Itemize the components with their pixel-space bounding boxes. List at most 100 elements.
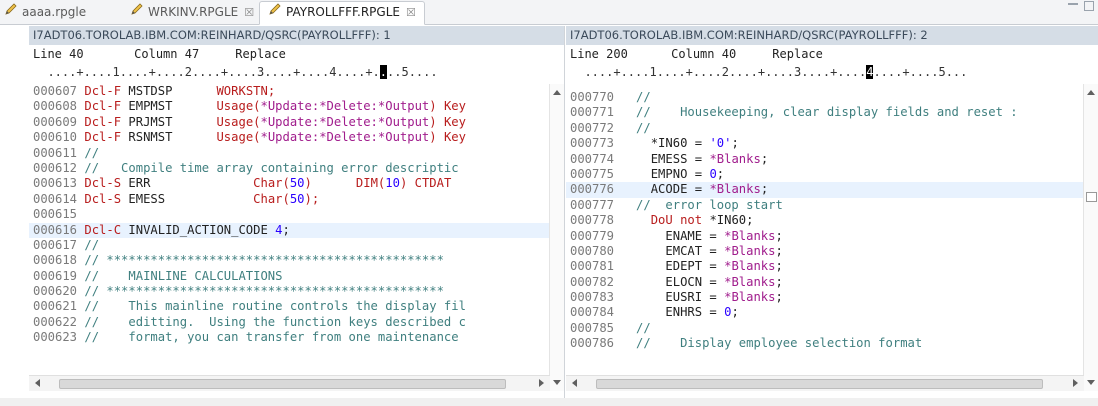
code-line[interactable]: 000781 EDEPT = *Blanks; [566,259,1084,274]
code-area[interactable]: 000607 Dcl-F MSTDSP WORKSTN; 000608 Dcl-F… [29,84,550,391]
code-token: ENAME = [621,228,725,243]
close-icon[interactable]: ☒ [244,6,254,19]
chevron-right-icon[interactable] [539,379,544,387]
code-token: ENHRS = [621,305,725,320]
chevron-up-icon[interactable] [1087,90,1095,95]
code-token: // *************************************… [84,284,444,299]
code-token: Char( [253,191,290,206]
code-line[interactable]: 000610 Dcl-F RSNMST Usage(*Update:*Delet… [29,130,550,145]
sequence-number: 000607 [33,84,85,98]
status-line: Line 40 Column 47 Replace [33,47,286,61]
code-token: // Display employee selection format [621,336,923,351]
minimize-icon[interactable] [1068,3,1078,5]
code-token: // editting. Using the function keys des… [84,314,466,329]
code-line[interactable]: 000777 // error loop start [566,198,1084,213]
code-line[interactable]: 000784 ENHRS = 0; [566,305,1084,320]
code-token: INVALID_ACTION_CODE [128,222,276,237]
code-line[interactable]: 000776 ACODE = *Blanks; [566,182,1084,198]
chevron-right-icon[interactable] [1073,379,1078,387]
code-line[interactable]: 000770 // [566,90,1084,105]
editor-tab-bar: aaaa.rpgle WRKINV.RPGLE ☒ PAYROLLFFF.RPGL… [0,0,1098,25]
tab-aaaa-rpgle[interactable]: aaaa.rpgle [4,2,86,23]
code-line[interactable]: 000773 *IN60 = '0'; [566,136,1084,151]
pencil-icon [130,2,144,23]
code-line[interactable]: 000783 EUSRI = *Blanks; [566,290,1084,305]
code-line[interactable]: 000608 Dcl-F EMPMST Usage(*Update:*Delet… [29,99,550,114]
ruler-text: ....+....1....+....2....+....3....+.... [570,65,867,79]
vertical-scrollbar[interactable] [549,84,564,391]
scroll-thumb[interactable] [596,379,1043,389]
code-token: // MAINLINE CALCULATIONS [84,268,283,283]
code-token: ; [775,243,783,258]
code-line[interactable]: 000611 // [29,146,550,161]
sequence-number: 000773 [570,136,622,151]
tab-wrkinv-rpgle[interactable]: WRKINV.RPGLE ☒ [130,2,254,23]
chevron-up-icon[interactable] [553,90,561,95]
code-line[interactable]: 000774 EMESS = *Blanks; [566,152,1084,167]
horizontal-scrollbar[interactable] [29,375,550,391]
code-token: // [621,120,651,135]
code-token: ) Key [429,99,466,114]
code-token: ; [731,136,739,151]
code-token: // [84,145,100,160]
code-token: *Blanks [709,182,761,197]
chevron-left-icon[interactable] [35,379,40,387]
editor-footer [0,398,1098,406]
code-line[interactable]: 000771 // Housekeeping, clear display fi… [566,105,1084,120]
chevron-left-icon[interactable] [572,379,577,387]
sequence-number: 000780 [570,243,622,258]
sequence-number: 000770 [570,90,622,104]
code-line[interactable]: 000613 Dcl-S ERR Char(50) DIM(10) CTDAT [29,176,550,191]
code-line[interactable]: 000775 EMPNO = 0; [566,167,1084,182]
code-line[interactable]: 000616 Dcl-C INVALID_ACTION_CODE 4; [29,222,550,238]
maximize-icon[interactable] [1084,1,1094,11]
code-line[interactable]: 000618 // ******************************… [29,253,550,268]
code-token: *Blanks [709,151,761,166]
scroll-thumb[interactable] [59,379,506,389]
code-line[interactable]: 000779 ENAME = *Blanks; [566,229,1084,244]
code-line[interactable]: 000615 [29,207,550,222]
code-line[interactable]: 000780 EMCAT = *Blanks; [566,244,1084,259]
code-line[interactable]: 000772 // [566,121,1084,136]
code-line[interactable]: 000786 // Display employee selection for… [566,336,1084,351]
code-token: *Blanks [724,243,776,258]
sequence-number: 000611 [33,145,85,160]
code-token: EMPNO = [621,166,710,181]
code-token: EUSRI = [621,290,725,305]
code-token: Dcl-F [84,114,129,129]
code-line[interactable]: 000785 // [566,321,1084,336]
code-token: *Blanks [724,290,776,305]
sequence-number: 000784 [570,305,622,320]
code-area[interactable]: 000770 //000771 // Housekeeping, clear d… [566,90,1084,391]
close-icon[interactable]: ☒ [406,6,416,19]
sequence-number: 000620 [33,284,85,299]
code-line[interactable]: 000614 Dcl-S EMESS Char(50); [29,192,550,207]
code-line[interactable]: 000621 // This mainline routine controls… [29,299,550,314]
chevron-down-icon[interactable] [553,380,561,385]
code-line[interactable]: 000620 // ******************************… [29,284,550,299]
sequence-number: 000619 [33,268,85,283]
code-line[interactable]: 000612 // Compile time array containing … [29,161,550,176]
code-token: 50 [289,176,305,191]
code-line[interactable]: 000782 ELOCN = *Blanks; [566,275,1084,290]
code-token: Dcl-F [84,130,129,145]
chevron-down-icon[interactable] [1087,380,1095,385]
code-line[interactable]: 000607 Dcl-F MSTDSP WORKSTN; [29,84,550,99]
code-token: EMCAT = [621,243,725,258]
vertical-scrollbar[interactable] [1083,84,1098,391]
code-line[interactable]: 000609 Dcl-F PRJMST Usage(*Update:*Delet… [29,115,550,130]
code-line[interactable]: 000617 // [29,238,550,253]
code-line[interactable]: 000778 DoU not *IN60; [566,213,1084,228]
code-line[interactable]: 000619 // MAINLINE CALCULATIONS [29,269,550,284]
code-line[interactable]: 000622 // editting. Using the function k… [29,315,550,330]
code-token: // This mainline routine controls the di… [84,299,466,314]
code-line[interactable]: 000623 // format, you can transfer from … [29,330,550,345]
code-token: // Housekeeping, clear display fields an… [621,105,1018,120]
sequence-number: 000621 [33,299,85,314]
overview-ruler-icon[interactable] [1086,192,1097,202]
pane-title: I7ADT06.TOROLAB.IBM.COM:REINHARD/QSRC(PA… [566,26,1098,45]
sequence-number: 000622 [33,314,85,329]
tab-payrollfff-rpgle[interactable]: PAYROLLFFF.RPGLE ☒ [259,1,425,25]
code-token: Usage( [216,130,261,145]
horizontal-scrollbar[interactable] [566,375,1084,391]
